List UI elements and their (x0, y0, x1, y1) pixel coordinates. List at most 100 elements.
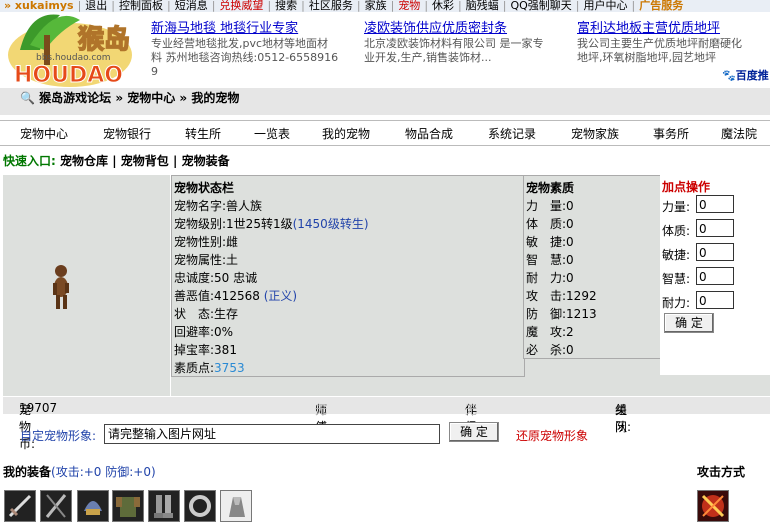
top-nav-item[interactable]: 搜索 (271, 0, 301, 12)
ad-text: 北京凌欧装饰材料有限公司 是一家专 (364, 37, 544, 50)
top-nav-item[interactable]: 短消息 (171, 0, 212, 12)
quick-label: 快速入口: (3, 154, 56, 168)
equip-slot-ring[interactable] (184, 490, 216, 522)
logo-url-text: bbs.houdao.com (36, 53, 111, 63)
logo-brand-text: HOUDAO (14, 63, 123, 88)
search-icon: 🔍 (20, 91, 35, 105)
top-nav-item[interactable]: 广告服务 (635, 0, 687, 12)
status-key: 宠物性别: (174, 235, 227, 249)
ad-block-1[interactable]: 新海马地毯 地毯行业专家 专业经营地毯批发,pvc地材等地面材 料 苏州地毯咨询… (151, 20, 356, 82)
status-key: 掉宝率: (174, 343, 215, 357)
equip-slot-sword[interactable] (4, 490, 36, 522)
status-key: 宠物属性: (174, 253, 227, 267)
attr-value: 1292 (566, 289, 597, 303)
attr-row-magic-attack: 魔 攻:2 (526, 323, 574, 340)
menu-item-pet-family[interactable]: 宠物家族 (571, 125, 619, 142)
attack-mode-slot[interactable] (697, 490, 729, 522)
attr-value: 0 (566, 217, 574, 231)
status-value: 土 (226, 253, 239, 267)
status-value: 50 忠诚 (214, 271, 258, 285)
top-nav-item[interactable]: 社区服务 (305, 0, 357, 12)
top-nav-item[interactable]: 宠物 (394, 0, 424, 12)
site-logo[interactable]: 猴岛 HOUDAO bbs.houdao.com (0, 0, 140, 90)
coins-value: 19707 (19, 401, 58, 415)
menu-item-my-pet[interactable]: 我的宠物 (322, 125, 370, 142)
ad-title[interactable]: 新海马地毯 地毯行业专家 (151, 20, 356, 37)
menu-item-synthesis[interactable]: 物品合成 (405, 125, 453, 142)
attr-key: 防 御: (526, 307, 567, 321)
status-key: 宠物级别: (174, 217, 227, 231)
wisdom-input[interactable]: 0 (696, 267, 734, 285)
custom-image-label: 自定宠物形象: (20, 429, 97, 443)
status-key: 回避率: (174, 325, 215, 339)
attr-key: 必 杀: (526, 343, 567, 357)
menu-item-pet-center[interactable]: 宠物中心 (20, 125, 68, 142)
top-nav-item[interactable]: 家族 (361, 0, 391, 12)
status-row-dodge: 回避率:0% (174, 323, 233, 340)
menu-item-system-log[interactable]: 系统记录 (488, 125, 536, 142)
restore-image-link[interactable]: 还原宠物形象 (516, 427, 588, 444)
ad-text: 地坪,环氧树脂地坪,园艺地坪 (577, 51, 716, 64)
baidu-ad-link[interactable]: 🐾百度推 (722, 67, 769, 83)
top-nav-item[interactable]: QQ强制聊天 (506, 0, 575, 12)
equip-slot-helmet[interactable] (77, 490, 109, 522)
quick-link-equipment[interactable]: 宠物装备 (182, 154, 230, 168)
top-nav-item[interactable]: 脑残蝠 (462, 0, 503, 12)
status-key: 善恶值: (174, 289, 215, 303)
equip-slot-armor[interactable] (112, 490, 144, 522)
ad-title[interactable]: 富利达地板主营优质地坪 (577, 20, 770, 37)
attr-value: 0 (566, 235, 574, 249)
add-points-confirm-button[interactable]: 确 定 (664, 313, 714, 333)
status-value: 生存 (214, 307, 239, 321)
strength-input[interactable]: 0 (696, 195, 734, 213)
ad-block-2[interactable]: 凌欧装饰供应优质密封条 北京凌欧装饰材料有限公司 是一家专 业开发,生产,销售装… (364, 20, 569, 82)
menu-item-rebirth[interactable]: 转生所 (185, 125, 221, 142)
status-row-state: 状 态:生存 (174, 305, 238, 322)
status-row-level: 宠物级别:1世25转1级(1450级转生) (174, 215, 369, 232)
breadcrumb-text: 猴岛游戏论坛 » 宠物中心 » 我的宠物 (39, 91, 240, 105)
gauntlet-icon (229, 497, 245, 517)
addpt-title: 加点操作 (662, 180, 711, 194)
partner-value: 无 (465, 403, 478, 417)
agility-input[interactable]: 0 (696, 243, 734, 261)
equip-slot-staff[interactable] (40, 490, 72, 522)
menu-item-pet-bank[interactable]: 宠物银行 (103, 125, 151, 142)
boots-icon (154, 495, 173, 518)
top-nav-item[interactable]: 休彩 (428, 0, 458, 12)
status-row-gender: 宠物性别:雌 (174, 233, 238, 250)
menu-item-overview[interactable]: 一览表 (254, 125, 290, 142)
baidu-label: 百度推 (735, 69, 769, 82)
ad-text: 9 (151, 65, 158, 78)
equip-slot-gauntlet[interactable] (220, 490, 252, 522)
image-url-input[interactable]: 请完整输入图片网址 (104, 424, 440, 444)
attr-row-endurance: 耐 力:0 (526, 269, 574, 286)
status-key: 状 态: (174, 307, 215, 321)
custom-image-confirm-button[interactable]: 确 定 (449, 422, 499, 442)
master-value: 无 (315, 403, 328, 417)
quick-link-backpack[interactable]: 宠物背包 (121, 154, 169, 168)
attr-value: 0 (566, 253, 574, 267)
equip-stats: (攻击:+0 防御:+0) (51, 465, 156, 479)
attr-key: 攻 击: (526, 289, 567, 303)
attr-row-critical: 必 杀:0 (526, 341, 574, 358)
staff-icon (45, 494, 67, 518)
breadcrumb[interactable]: 🔍 猴岛游戏论坛 » 宠物中心 » 我的宠物 (20, 89, 239, 106)
paw-icon: 🐾 (722, 69, 736, 82)
endurance-input[interactable]: 0 (696, 291, 734, 309)
status-title: 宠物状态栏 (174, 181, 235, 195)
menu-item-office[interactable]: 事务所 (653, 125, 689, 142)
status-value: 381 (214, 343, 237, 357)
menu-item-magic-hall[interactable]: 魔法院 (721, 125, 757, 142)
attr-key: 力 量: (526, 199, 567, 213)
equip-slot-boots[interactable] (148, 490, 180, 522)
quick-link-warehouse[interactable]: 宠物仓库 (60, 154, 108, 168)
constitution-input[interactable]: 0 (696, 219, 734, 237)
quick-sep: | (172, 154, 178, 168)
top-nav-item[interactable]: 兑换威望 (215, 0, 267, 12)
status-row-name: 宠物名字:兽人族 (174, 197, 262, 214)
rebirth-level-link[interactable]: (1450级转生) (293, 217, 369, 231)
ad-text: 我公司主要生产优质地坪耐磨硬化 (577, 37, 742, 50)
ad-title[interactable]: 凌欧装饰供应优质密封条 (364, 20, 569, 37)
status-row-karma: 善恶值:412568 (正义) (174, 287, 297, 304)
top-nav-item[interactable]: 用户中心 (580, 0, 632, 12)
